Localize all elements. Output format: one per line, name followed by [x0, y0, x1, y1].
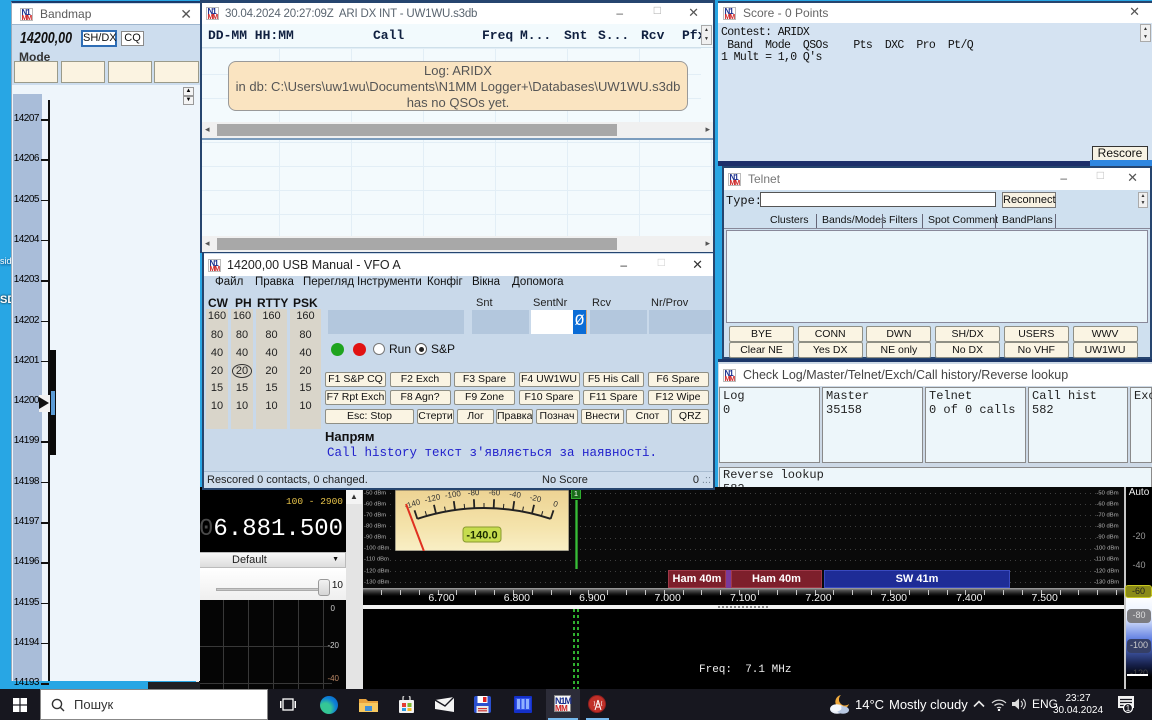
- svg-text:1: 1: [1126, 704, 1131, 713]
- svg-text:-80: -80: [468, 490, 481, 498]
- svg-text:-40: -40: [509, 490, 522, 500]
- svg-text:-60: -60: [488, 490, 501, 498]
- svg-text:-140.0: -140.0: [466, 530, 497, 542]
